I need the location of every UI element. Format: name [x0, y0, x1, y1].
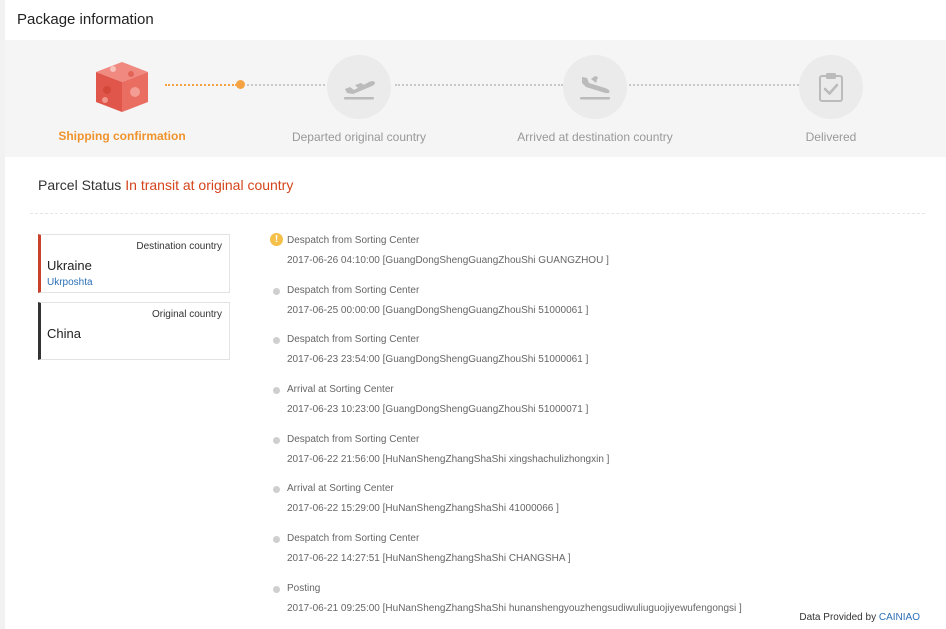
timeline-dot-icon	[273, 387, 280, 395]
timeline-dot-icon	[273, 536, 280, 544]
footer-prefix: Data Provided by	[799, 612, 877, 623]
origin-country-card: Original country China	[38, 302, 230, 360]
event-title: Despatch from Sorting Center	[287, 433, 420, 445]
destination-carrier-link[interactable]: Ukrposhta	[47, 277, 93, 288]
origin-country-label: Original country	[151, 309, 222, 320]
destination-country-name: Ukraine	[47, 258, 92, 273]
event-title: Despatch from Sorting Center	[287, 334, 420, 346]
tracking-event: ! Despatch from Sorting Center 2017-06-2…	[270, 233, 790, 283]
event-title: Posting	[287, 582, 321, 594]
progress-current-marker	[236, 80, 245, 89]
event-detail: 2017-06-22 15:29:00 [HuNanShengZhangShaS…	[287, 503, 559, 515]
event-detail: 2017-06-21 09:25:00 [HuNanShengZhangShaS…	[287, 602, 742, 614]
timeline-dot-icon	[273, 585, 280, 593]
tracking-event: Posting 2017-06-21 09:25:00 [HuNanShengZ…	[270, 581, 790, 629]
tracking-event: Despatch from Sorting Center 2017-06-22 …	[270, 531, 790, 581]
progress-connector-done	[165, 84, 237, 86]
alert-icon: !	[270, 233, 283, 246]
data-provider-footer: Data Provided by CAINIAO	[799, 612, 920, 623]
destination-country-label: Destination country	[136, 241, 222, 252]
step-label: Delivered	[805, 130, 857, 144]
clipboard-check-icon	[799, 55, 863, 119]
event-detail: 2017-06-23 10:23:00 [GuangDongShengGuang…	[287, 404, 589, 416]
tracking-event: Despatch from Sorting Center 2017-06-23 …	[270, 332, 790, 382]
event-title: Despatch from Sorting Center	[287, 284, 420, 296]
timeline-dot-icon	[273, 287, 280, 295]
event-detail: 2017-06-23 23:54:00 [GuangDongShengGuang…	[287, 354, 589, 366]
page-title: Package information	[17, 11, 154, 28]
progress-connector	[629, 84, 799, 86]
parcel-status-value: In transit at original country	[125, 177, 294, 193]
tracking-event: Despatch from Sorting Center 2017-06-22 …	[270, 432, 790, 482]
plane-arrival-icon	[563, 55, 627, 119]
destination-country-card: Destination country Ukraine Ukrposhta	[38, 234, 230, 293]
tracking-events-list: ! Despatch from Sorting Center 2017-06-2…	[270, 233, 790, 629]
step-label: Shipping confirmation	[58, 129, 186, 143]
event-detail: 2017-06-25 00:00:00 [GuangDongShengGuang…	[287, 304, 589, 316]
origin-country-name: China	[47, 326, 81, 341]
timeline-dot-icon	[273, 337, 280, 345]
event-title: Arrival at Sorting Center	[287, 483, 394, 495]
event-title: Despatch from Sorting Center	[287, 235, 420, 246]
parcel-status: Parcel Status In transit at original coun…	[38, 177, 293, 193]
timeline-dot-icon	[273, 436, 280, 444]
progress-tracker: Shipping confirmation Departed original …	[5, 40, 946, 157]
event-title: Despatch from Sorting Center	[287, 533, 420, 545]
divider	[30, 213, 925, 214]
timeline-dot-icon	[273, 486, 280, 494]
step-label: Departed original country	[291, 130, 427, 144]
event-title: Arrival at Sorting Center	[287, 384, 394, 396]
progress-connector	[247, 84, 329, 86]
step-label: Arrived at destination country	[517, 130, 673, 144]
plane-departure-icon	[327, 55, 391, 119]
event-detail: 2017-06-22 21:56:00 [HuNanShengZhangShaS…	[287, 453, 610, 465]
tracking-event: Arrival at Sorting Center 2017-06-22 15:…	[270, 481, 790, 531]
parcel-status-label: Parcel Status	[38, 177, 122, 193]
cainiao-link[interactable]: CAINIAO	[879, 612, 920, 623]
event-detail: 2017-06-26 04:10:00 [GuangDongShengGuang…	[287, 255, 609, 266]
tracking-event: Arrival at Sorting Center 2017-06-23 10:…	[270, 382, 790, 432]
event-detail: 2017-06-22 14:27:51 [HuNanShengZhangShaS…	[287, 553, 571, 565]
tracking-event: Despatch from Sorting Center 2017-06-25 …	[270, 283, 790, 333]
progress-connector	[395, 84, 563, 86]
package-box-icon	[90, 55, 154, 119]
